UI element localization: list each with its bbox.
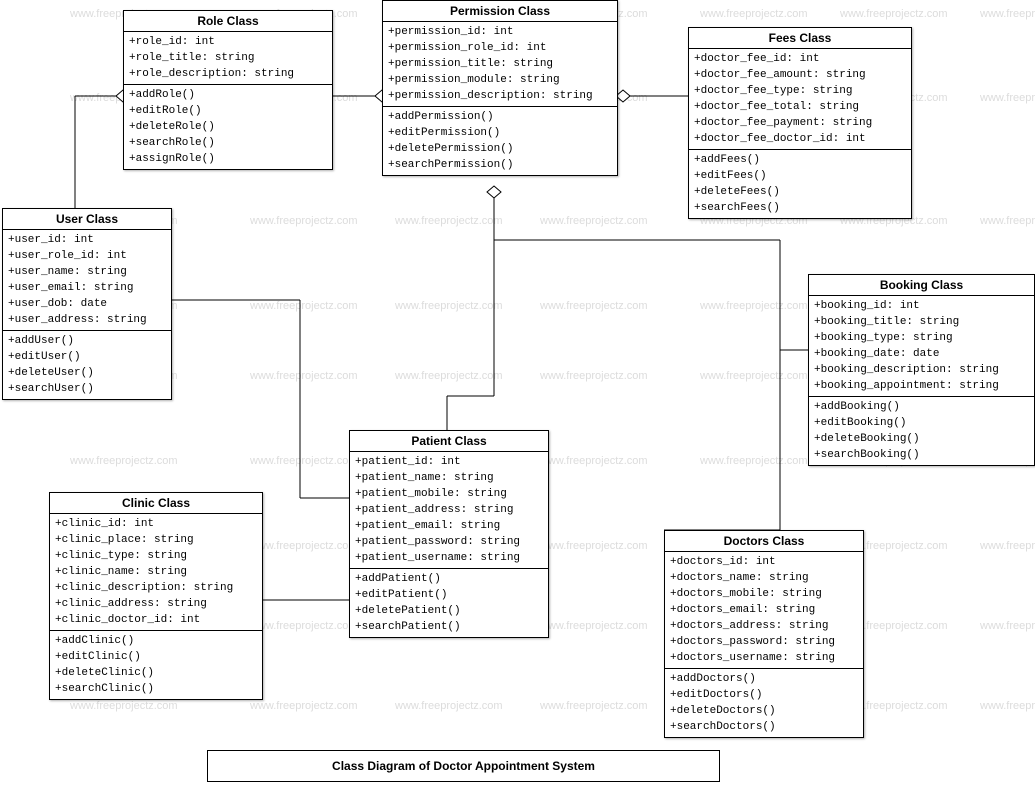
- watermark: www.freeprojectz.com: [700, 8, 808, 20]
- class-booking: Booking Class +booking_id: int+booking_t…: [808, 274, 1035, 466]
- class-booking-methods: +addBooking()+editBooking()+deleteBookin…: [809, 397, 1034, 465]
- class-user: User Class +user_id: int+user_role_id: i…: [2, 208, 172, 400]
- class-doctors-attrs: +doctors_id: int+doctors_name: string+do…: [665, 552, 863, 669]
- class-user-title: User Class: [3, 209, 171, 230]
- class-clinic-title: Clinic Class: [50, 493, 262, 514]
- watermark: www.freeprojectz.com: [980, 700, 1035, 712]
- watermark: www.freeprojectz.com: [395, 300, 503, 312]
- watermark: www.freeprojectz.com: [980, 540, 1035, 552]
- watermark: www.freeprojectz.com: [540, 620, 648, 632]
- watermark: www.freeprojectz.com: [250, 370, 358, 382]
- class-patient: Patient Class +patient_id: int+patient_n…: [349, 430, 549, 638]
- class-doctors: Doctors Class +doctors_id: int+doctors_n…: [664, 530, 864, 738]
- class-clinic: Clinic Class +clinic_id: int+clinic_plac…: [49, 492, 263, 700]
- class-permission-attrs: +permission_id: int+permission_role_id: …: [383, 22, 617, 107]
- class-clinic-methods: +addClinic()+editClinic()+deleteClinic()…: [50, 631, 262, 699]
- class-booking-title: Booking Class: [809, 275, 1034, 296]
- class-role-attrs: +role_id: int+role_title: string+role_de…: [124, 32, 332, 85]
- class-doctors-title: Doctors Class: [665, 531, 863, 552]
- watermark: www.freeprojectz.com: [980, 8, 1035, 20]
- class-doctors-methods: +addDoctors()+editDoctors()+deleteDoctor…: [665, 669, 863, 737]
- watermark: www.freeprojectz.com: [980, 620, 1035, 632]
- watermark: www.freeprojectz.com: [250, 300, 358, 312]
- class-patient-title: Patient Class: [350, 431, 548, 452]
- class-role: Role Class +role_id: int+role_title: str…: [123, 10, 333, 170]
- watermark: www.freeprojectz.com: [250, 700, 358, 712]
- watermark: www.freeprojectz.com: [540, 540, 648, 552]
- watermark: www.freeprojectz.com: [395, 700, 503, 712]
- class-role-title: Role Class: [124, 11, 332, 32]
- watermark: www.freeprojectz.com: [70, 455, 178, 467]
- watermark: www.freeprojectz.com: [540, 215, 648, 227]
- class-permission-methods: +addPermission()+editPermission()+delete…: [383, 107, 617, 175]
- watermark: www.freeprojectz.com: [700, 370, 808, 382]
- class-fees-attrs: +doctor_fee_id: int+doctor_fee_amount: s…: [689, 49, 911, 150]
- watermark: www.freeprojectz.com: [540, 455, 648, 467]
- watermark: www.freeprojectz.com: [395, 370, 503, 382]
- class-patient-methods: +addPatient()+editPatient()+deletePatien…: [350, 569, 548, 637]
- class-fees: Fees Class +doctor_fee_id: int+doctor_fe…: [688, 27, 912, 219]
- watermark: www.freeprojectz.com: [250, 455, 358, 467]
- diagram-title: Class Diagram of Doctor Appointment Syst…: [207, 750, 720, 782]
- class-patient-attrs: +patient_id: int+patient_name: string+pa…: [350, 452, 548, 569]
- class-clinic-attrs: +clinic_id: int+clinic_place: string+cli…: [50, 514, 262, 631]
- watermark: www.freeprojectz.com: [250, 540, 358, 552]
- watermark: www.freeprojectz.com: [700, 300, 808, 312]
- watermark: www.freeprojectz.com: [980, 215, 1035, 227]
- class-fees-methods: +addFees()+editFees()+deleteFees()+searc…: [689, 150, 911, 218]
- watermark: www.freeprojectz.com: [395, 215, 503, 227]
- class-user-attrs: +user_id: int+user_role_id: int+user_nam…: [3, 230, 171, 331]
- class-permission-title: Permission Class: [383, 1, 617, 22]
- watermark: www.freeprojectz.com: [980, 92, 1035, 104]
- watermark: www.freeprojectz.com: [700, 455, 808, 467]
- watermark: www.freeprojectz.com: [540, 370, 648, 382]
- class-permission: Permission Class +permission_id: int+per…: [382, 0, 618, 176]
- watermark: www.freeprojectz.com: [250, 215, 358, 227]
- watermark: www.freeprojectz.com: [540, 300, 648, 312]
- class-booking-attrs: +booking_id: int+booking_title: string+b…: [809, 296, 1034, 397]
- watermark: www.freeprojectz.com: [840, 8, 948, 20]
- watermark: www.freeprojectz.com: [250, 620, 358, 632]
- class-user-methods: +addUser()+editUser()+deleteUser()+searc…: [3, 331, 171, 399]
- class-fees-title: Fees Class: [689, 28, 911, 49]
- watermark: www.freeprojectz.com: [70, 700, 178, 712]
- watermark: www.freeprojectz.com: [540, 700, 648, 712]
- class-role-methods: +addRole()+editRole()+deleteRole()+searc…: [124, 85, 332, 169]
